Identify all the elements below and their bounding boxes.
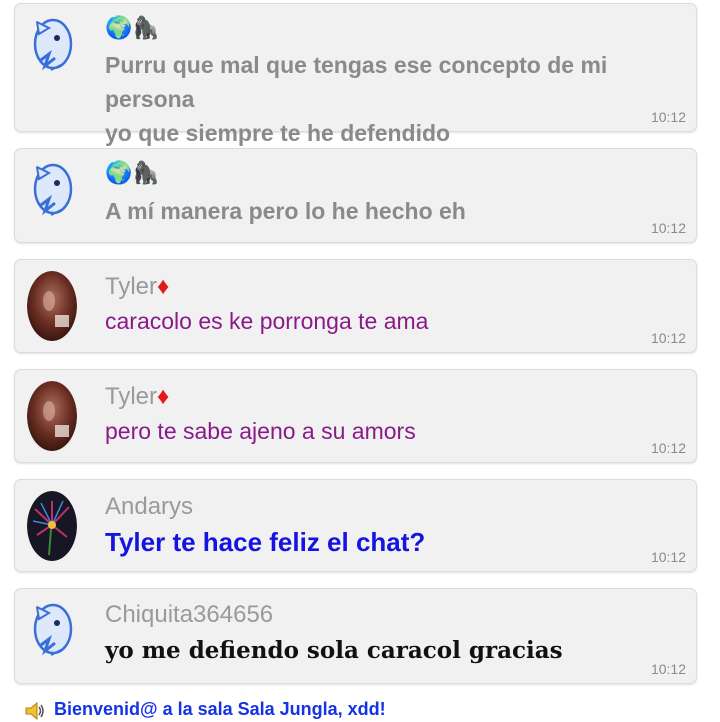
message-time: 10:12 xyxy=(650,330,686,346)
welcome-bar: Bienvenid@ a la sala Sala Jungla, xdd! xyxy=(0,690,720,722)
chat-message[interactable]: Tyler♦ caracolo es ke porronga te ama 10… xyxy=(14,259,697,353)
message-author[interactable]: Tyler♦ xyxy=(105,383,169,411)
chat-message[interactable]: Chiquita364656 yo me defiendo sola carac… xyxy=(14,588,697,684)
photo-avatar-icon xyxy=(27,381,77,451)
pokemon-avatar-icon xyxy=(33,163,73,216)
chat-message[interactable]: Andarys Tyler te hace feliz el chat? 10:… xyxy=(14,479,697,572)
message-time: 10:12 xyxy=(650,440,686,456)
message-time: 10:12 xyxy=(650,220,686,236)
message-author[interactable]: Andarys xyxy=(105,493,193,521)
user-avatar[interactable] xyxy=(27,599,77,669)
pokemon-avatar-icon xyxy=(33,603,73,656)
message-text: caracolo es ke porronga te ama xyxy=(105,308,429,334)
author-name: Tyler xyxy=(105,383,158,410)
photo-avatar-icon xyxy=(27,271,77,341)
chat-message[interactable]: Tyler♦ pero te sabe ajeno a su amors 10:… xyxy=(14,369,697,463)
message-text: Tyler te hace feliz el chat? xyxy=(105,527,426,557)
message-text: pero te sabe ajeno a su amors xyxy=(105,418,416,444)
author-name: Tyler xyxy=(105,273,158,300)
chat-message[interactable]: 🌍🦍 Purru que mal que tengas ese concepto… xyxy=(14,3,697,146)
speaker-icon xyxy=(25,701,44,721)
user-avatar[interactable] xyxy=(27,159,77,229)
message-author[interactable]: Chiquita364656 xyxy=(105,601,273,629)
message-text: yo me defiendo sola caracol gracias xyxy=(105,637,563,664)
author-emojis: 🌍🦍 xyxy=(105,160,160,185)
author-emojis: 🌍🦍 xyxy=(105,15,160,40)
user-avatar[interactable] xyxy=(27,271,77,341)
message-author[interactable]: 🌍🦍 xyxy=(105,14,160,42)
user-avatar[interactable] xyxy=(27,14,77,84)
message-author[interactable]: Tyler♦ xyxy=(105,273,169,301)
message-author[interactable]: 🌍🦍 xyxy=(105,159,160,187)
diamond-icon: ♦ xyxy=(157,273,170,300)
message-time: 10:12 xyxy=(650,549,686,565)
message-time: 10:12 xyxy=(650,109,686,125)
message-text: A mí manera pero lo he hecho eh xyxy=(105,198,466,224)
message-time: 10:12 xyxy=(650,661,686,677)
diamond-icon: ♦ xyxy=(157,383,170,410)
pokemon-avatar-icon xyxy=(33,18,73,71)
user-avatar[interactable] xyxy=(27,381,77,451)
welcome-message: Bienvenid@ a la sala Sala Jungla, xdd! xyxy=(54,699,386,719)
flower-avatar-icon xyxy=(27,491,77,561)
message-text: Purru que mal que tengas ese concepto de… xyxy=(105,52,608,146)
chat-message[interactable]: 🌍🦍 A mí manera pero lo he hecho eh 10:12 xyxy=(14,148,697,243)
user-avatar[interactable] xyxy=(27,491,77,561)
